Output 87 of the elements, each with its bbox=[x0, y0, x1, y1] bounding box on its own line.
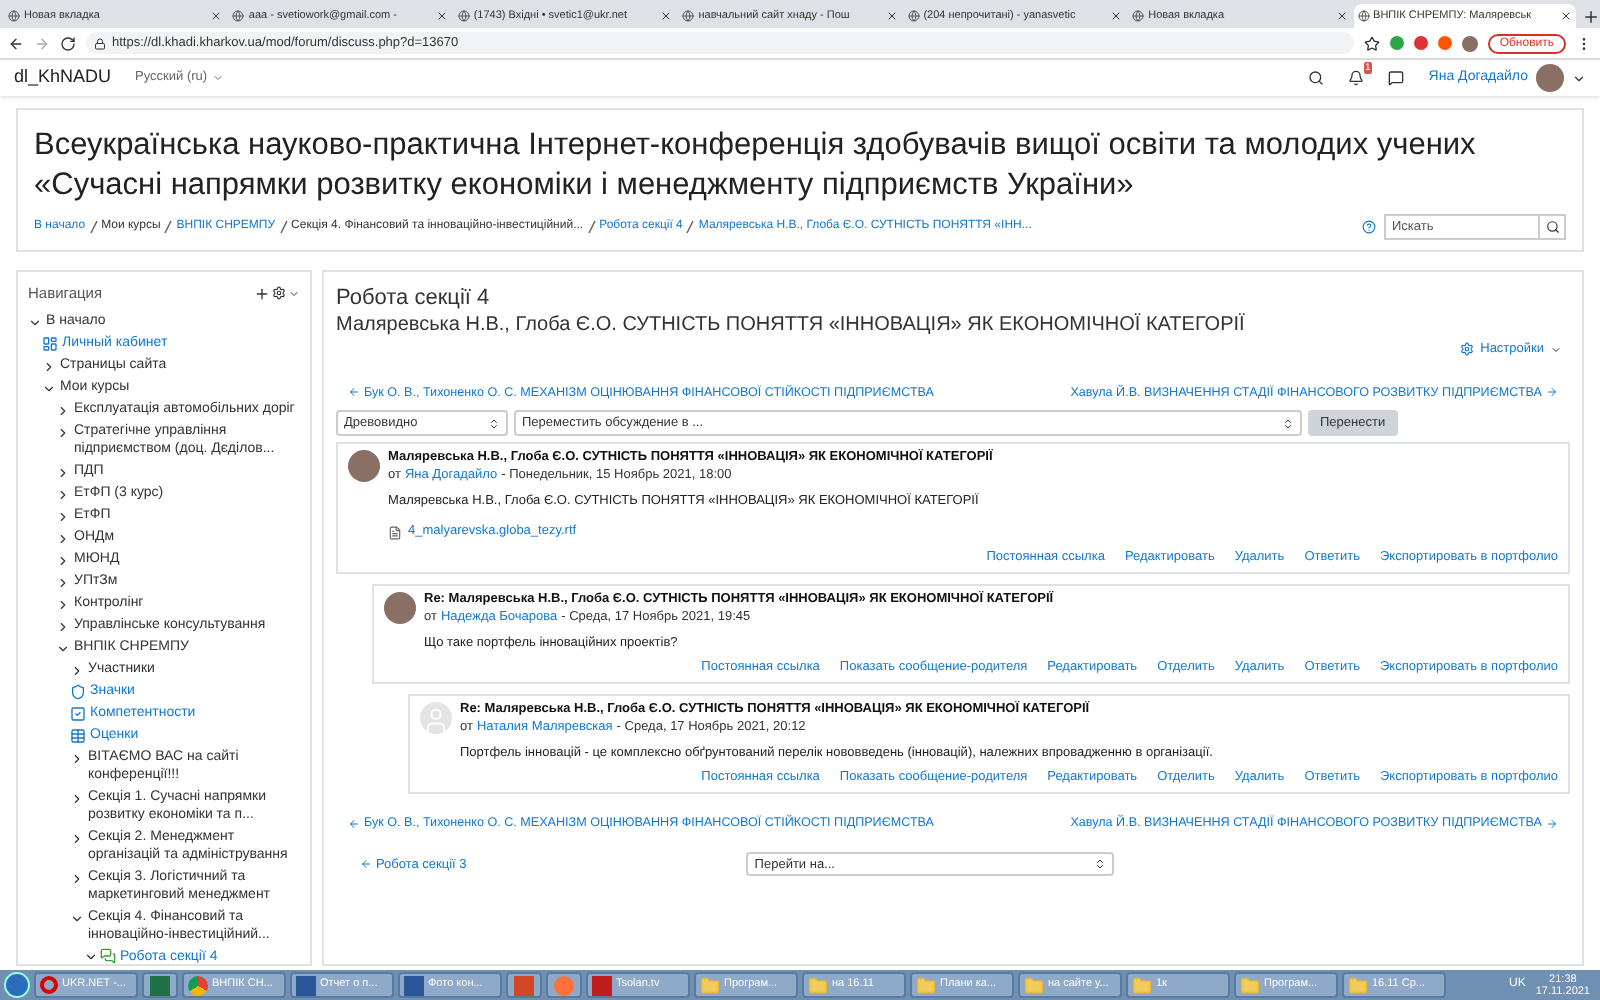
arrow-left-icon bbox=[348, 817, 360, 830]
new-tab-icon[interactable] bbox=[1581, 8, 1600, 26]
profile-avatar[interactable] bbox=[1461, 35, 1478, 51]
close-icon bbox=[1559, 10, 1572, 22]
user-avatar[interactable] bbox=[1536, 64, 1564, 92]
lock-icon bbox=[94, 37, 106, 49]
globe-icon bbox=[232, 10, 245, 22]
chevron-right-icon[interactable] bbox=[56, 425, 70, 440]
search-button[interactable] bbox=[1540, 214, 1566, 240]
folder-icon bbox=[916, 975, 936, 995]
back-icon[interactable] bbox=[8, 35, 24, 51]
default-avatar-icon bbox=[420, 701, 452, 734]
shield-icon bbox=[70, 684, 86, 701]
folder-icon bbox=[700, 975, 720, 995]
course-title: Всеукраїнська науково-практична Інтернет-конференція здобувачів вищої освіти та молодих учених «Сучасні напрямки розвитку економіки і менеджменту підприємств України» bbox=[34, 126, 1478, 206]
gear-icon bbox=[1460, 342, 1475, 357]
chevron-right-icon[interactable] bbox=[70, 791, 84, 806]
search-icon[interactable] bbox=[1308, 70, 1325, 86]
page-title: Робота секції 4 bbox=[336, 284, 492, 312]
close-icon bbox=[885, 10, 898, 22]
settings-icon[interactable] bbox=[272, 286, 286, 301]
bookmark-star-icon[interactable] bbox=[1363, 35, 1380, 51]
chevron-down-icon[interactable] bbox=[70, 911, 84, 926]
table-icon bbox=[70, 728, 86, 745]
slash-icon bbox=[89, 220, 98, 234]
folder-icon bbox=[1132, 975, 1152, 995]
chevron-right-icon[interactable] bbox=[56, 403, 70, 418]
start-button[interactable] bbox=[4, 972, 30, 998]
file-icon bbox=[388, 525, 402, 540]
close-icon bbox=[1335, 10, 1348, 22]
checkbox-icon bbox=[70, 706, 86, 723]
slash-icon bbox=[686, 220, 695, 234]
folder-icon bbox=[1348, 975, 1368, 995]
chevron-right-icon[interactable] bbox=[56, 597, 70, 612]
search-icon bbox=[1545, 220, 1559, 234]
chevron-right-icon[interactable] bbox=[56, 553, 70, 568]
globe-icon bbox=[907, 10, 920, 22]
app-icon bbox=[592, 975, 612, 995]
close-icon bbox=[660, 10, 673, 22]
site-brand[interactable]: dl_KhNADU bbox=[14, 64, 112, 92]
chevron-down-icon[interactable] bbox=[84, 949, 98, 964]
slash-icon bbox=[279, 220, 288, 234]
globe-icon bbox=[1132, 10, 1145, 22]
caret-icon bbox=[211, 72, 224, 84]
chevron-right-icon[interactable] bbox=[70, 871, 84, 886]
arrow-left-icon bbox=[360, 858, 372, 871]
chevron-down-icon[interactable] bbox=[42, 381, 56, 396]
close-icon bbox=[435, 10, 448, 22]
arrow-right-icon bbox=[1546, 386, 1558, 399]
globe-icon bbox=[682, 10, 695, 22]
avatar-photo-placeholder bbox=[348, 450, 380, 483]
globe-icon bbox=[8, 10, 20, 22]
chevron-right-icon[interactable] bbox=[56, 487, 70, 502]
chevron-right-icon[interactable] bbox=[56, 619, 70, 634]
dashboard-icon bbox=[42, 336, 58, 353]
help-icon bbox=[1362, 220, 1376, 234]
folder-icon bbox=[1024, 975, 1044, 995]
chevron-right-icon[interactable] bbox=[56, 531, 70, 546]
slash-icon bbox=[587, 220, 596, 234]
avatar-photo-placeholder bbox=[384, 591, 416, 624]
caret-icon bbox=[1550, 343, 1562, 356]
globe-icon bbox=[457, 10, 470, 22]
folder-icon bbox=[808, 975, 828, 995]
caret-icon[interactable] bbox=[1572, 71, 1586, 85]
discussion-title: Маляревська Н.В., Глоба Є.О. СУТНІСТЬ ПОНЯТТЯ «ІННОВАЦІЯ» ЯК ЕКОНОМІЧНОЇ КАТЕГОРІЇ bbox=[336, 312, 1247, 340]
forum-icon bbox=[100, 948, 116, 964]
close-icon bbox=[210, 10, 223, 22]
globe-icon bbox=[1357, 10, 1370, 22]
chevron-right-icon[interactable] bbox=[70, 831, 84, 846]
notifications-icon[interactable] bbox=[1348, 70, 1365, 86]
arrow-right-icon bbox=[1546, 817, 1558, 830]
chevron-right-icon[interactable] bbox=[42, 359, 56, 374]
close-icon bbox=[1110, 10, 1123, 22]
arrow-left-icon bbox=[348, 386, 360, 399]
add-block-icon[interactable] bbox=[254, 285, 270, 302]
chevron-right-icon[interactable] bbox=[70, 663, 84, 678]
folder-icon bbox=[1240, 975, 1260, 995]
taskbar-button[interactable] bbox=[142, 972, 178, 998]
chevron-down-icon[interactable] bbox=[56, 641, 70, 656]
slash-icon bbox=[164, 220, 173, 234]
chevron-right-icon[interactable] bbox=[56, 465, 70, 480]
chevron-right-icon[interactable] bbox=[70, 751, 84, 766]
reload-icon[interactable] bbox=[60, 35, 76, 51]
chevron-right-icon[interactable] bbox=[56, 575, 70, 590]
chevron-right-icon[interactable] bbox=[56, 509, 70, 524]
messages-icon[interactable] bbox=[1388, 70, 1405, 86]
chevron-down-icon[interactable] bbox=[28, 315, 42, 330]
